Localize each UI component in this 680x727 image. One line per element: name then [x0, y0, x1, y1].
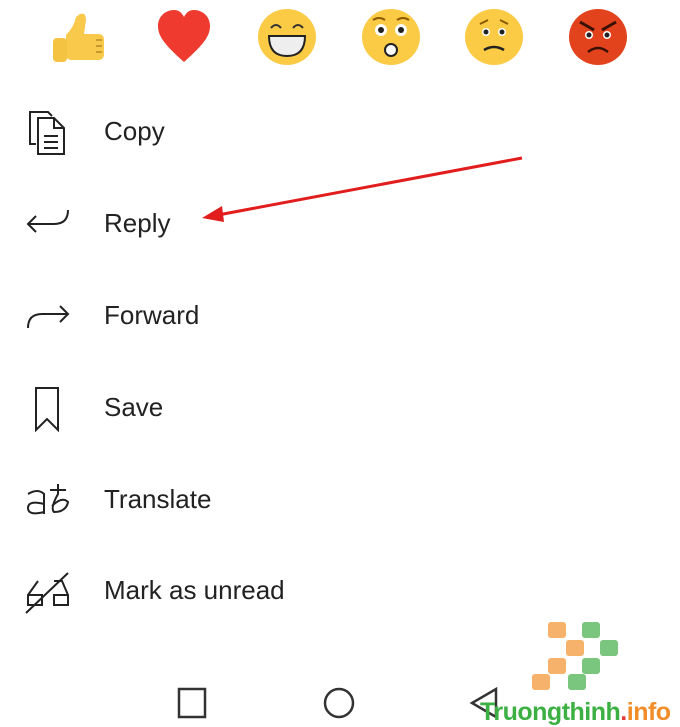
home-button[interactable]: [321, 685, 357, 721]
annotation-arrow: [202, 156, 523, 222]
logo-tld: info: [626, 698, 671, 726]
logo-mark: [532, 622, 618, 690]
watermark-logo: Truongthinh.info: [470, 620, 680, 727]
recents-button[interactable]: [174, 685, 210, 721]
logo-brand: Truongthinh: [480, 698, 621, 726]
